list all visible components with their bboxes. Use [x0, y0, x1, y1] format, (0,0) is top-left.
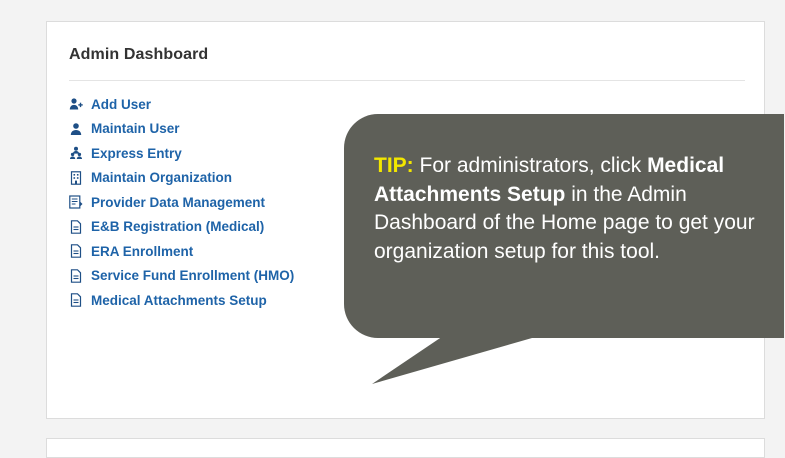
tip-text-1: For administrators, click: [413, 154, 648, 177]
menu-item-label: Maintain User: [91, 121, 180, 137]
provider-data-icon: [69, 195, 83, 209]
document-icon: [69, 293, 83, 308]
menu-item-label: Add User: [91, 96, 152, 112]
menu-item-label: E&B Registration (Medical): [91, 219, 265, 235]
document-icon: [69, 244, 83, 259]
document-icon: [69, 268, 83, 283]
panel-title: Admin Dashboard: [69, 46, 209, 63]
divider: [69, 80, 745, 81]
document-icon: [69, 219, 83, 234]
user-group-icon: [69, 146, 83, 160]
menu-item-medical-attachments-setup[interactable]: Medical Attachments Setup: [69, 288, 294, 313]
menu-item-maintain-organization[interactable]: Maintain Organization: [69, 166, 294, 191]
menu-item-label: Express Entry: [91, 145, 182, 161]
tip-label: TIP:: [374, 154, 414, 177]
menu-item-label: Service Fund Enrollment (HMO): [91, 268, 295, 284]
menu-item-era-enrollment[interactable]: ERA Enrollment: [69, 239, 294, 264]
admin-menu: Add User Maintain User Express Entry Mai…: [69, 92, 294, 313]
menu-item-label: Maintain Organization: [91, 170, 233, 186]
menu-item-maintain-user[interactable]: Maintain User: [69, 117, 294, 142]
user-icon: [69, 122, 83, 136]
menu-item-label: ERA Enrollment: [91, 243, 194, 259]
add-user-icon: [69, 97, 83, 111]
menu-item-express-entry[interactable]: Express Entry: [69, 141, 294, 166]
tip-callout: TIP: For administrators, click Medical A…: [344, 114, 784, 338]
menu-item-add-user[interactable]: Add User: [69, 92, 294, 117]
next-panel: [46, 438, 765, 458]
menu-item-service-fund-enrollment[interactable]: Service Fund Enrollment (HMO): [69, 264, 294, 289]
menu-item-label: Provider Data Management: [91, 194, 266, 210]
organization-icon: [69, 170, 83, 185]
menu-item-provider-data-management[interactable]: Provider Data Management: [69, 190, 294, 215]
menu-item-eb-registration[interactable]: E&B Registration (Medical): [69, 215, 294, 240]
menu-item-label: Medical Attachments Setup: [91, 292, 267, 308]
